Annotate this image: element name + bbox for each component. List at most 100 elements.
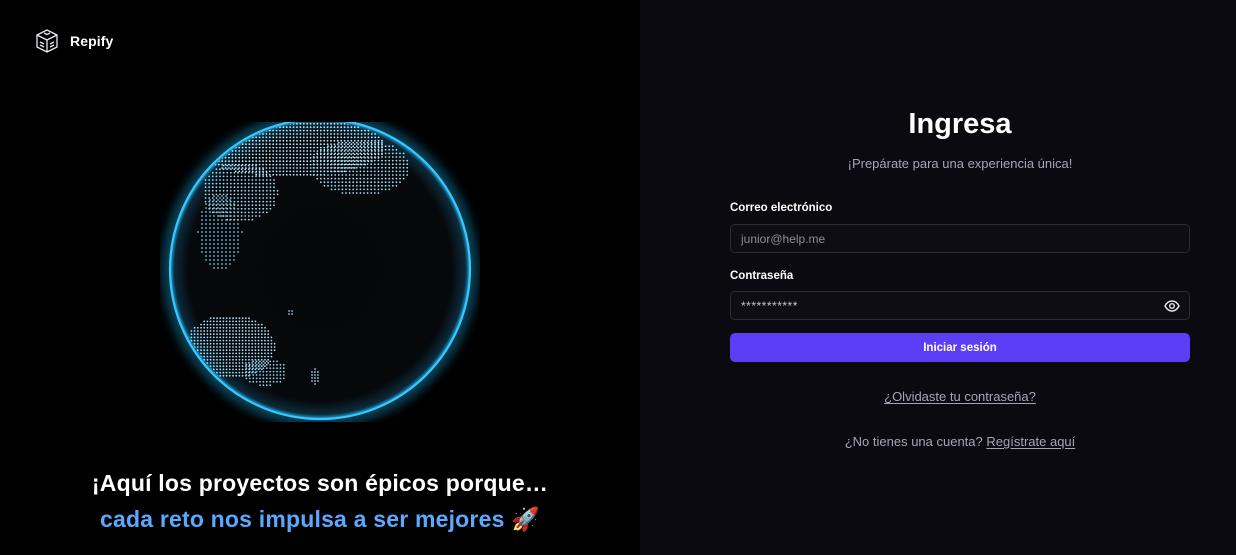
globe-dot [248, 349, 250, 352]
globe-dot [211, 150, 213, 152]
globe-dot [209, 362, 212, 364]
globe-dot [251, 150, 254, 152]
eye-icon[interactable] [1164, 298, 1180, 314]
globe-dot [384, 170, 387, 173]
page-title: Ingresa [908, 108, 1012, 140]
globe-dot [258, 189, 261, 192]
globe-dot [264, 349, 266, 352]
globe-dot [201, 231, 203, 233]
globe-dot [260, 368, 263, 371]
globe-dot [248, 139, 251, 142]
globe-dot [299, 163, 302, 166]
globe-dot [334, 177, 337, 180]
globe-dot [251, 189, 254, 192]
globe-dot [211, 200, 214, 203]
globe-dot [302, 150, 305, 152]
globe-dot [273, 179, 275, 181]
globe-dot [282, 133, 285, 135]
globe-dot [231, 160, 234, 163]
globe-dot [255, 122, 258, 125]
globe-dot [209, 365, 212, 368]
globe-dot [224, 126, 227, 129]
globe-dot [333, 129, 336, 132]
email-field[interactable] [730, 224, 1190, 253]
globe-dot [222, 164, 225, 167]
globe-dot [355, 188, 358, 191]
globe-dot [219, 323, 222, 326]
globe-dot [299, 122, 302, 125]
globe-dot [206, 333, 209, 336]
globe-dot [319, 126, 322, 129]
globe-dot [240, 207, 243, 210]
globe-dot [374, 133, 377, 135]
globe-dot [367, 129, 370, 132]
globe-dot [373, 163, 376, 166]
globe-dot [292, 163, 295, 166]
globe-dot [377, 163, 380, 166]
globe-dot [267, 339, 270, 342]
globe-dot [222, 339, 225, 342]
globe-dot [204, 197, 207, 199]
globe-dot [211, 133, 213, 135]
forgot-password-link[interactable]: ¿Olvidaste tu contraseña? [884, 389, 1036, 404]
globe-dot [353, 153, 356, 156]
login-button[interactable]: Iniciar sesión [730, 333, 1190, 362]
globe-dot [204, 150, 207, 152]
globe-dot [262, 122, 264, 125]
globe-dot [204, 179, 207, 181]
globe-dot [282, 363, 285, 366]
globe-dot [190, 330, 193, 332]
globe-dot [388, 166, 391, 169]
globe-dot [212, 336, 215, 339]
globe-dot [363, 166, 365, 169]
globe-dot [388, 184, 391, 187]
globe-dot [348, 184, 351, 187]
globe-dot [248, 367, 251, 370]
globe-dot [289, 156, 292, 159]
globe-dot [193, 342, 196, 345]
globe-dot [251, 171, 254, 174]
globe-dot [323, 177, 326, 180]
globe-dot [330, 170, 333, 173]
globe-dot [285, 136, 288, 139]
globe-dot [258, 168, 261, 171]
globe-dot [213, 199, 215, 201]
globe-dot [248, 352, 250, 355]
globe-dot [240, 182, 243, 185]
globe-dot [306, 136, 309, 139]
globe-dot [209, 207, 211, 209]
password-field[interactable] [730, 291, 1190, 320]
globe-dot [211, 197, 214, 199]
globe-dot [228, 129, 230, 132]
signup-link[interactable]: Regístrate aquí [986, 434, 1075, 449]
globe-dot [241, 122, 244, 125]
globe-dot [273, 186, 275, 189]
globe-dot [228, 167, 230, 169]
globe-dot [238, 156, 241, 159]
globe-dot [251, 362, 254, 364]
globe-dot [240, 171, 243, 174]
globe-dot [219, 197, 221, 199]
globe-dot [336, 129, 339, 132]
globe-dot [237, 175, 239, 178]
globe-dot [309, 170, 312, 173]
globe-dot [260, 355, 263, 358]
globe-dot [209, 223, 211, 225]
globe-dot [333, 122, 336, 125]
globe-dot [229, 231, 231, 233]
globe-dot [347, 160, 349, 163]
globe-dot [355, 159, 358, 162]
globe-dot [384, 188, 387, 191]
globe-dot [364, 143, 366, 146]
globe-dot [269, 193, 272, 196]
globe-dot [245, 122, 247, 125]
globe-dot [231, 153, 234, 156]
globe-dot [296, 156, 298, 159]
brand[interactable]: Repify [34, 28, 113, 54]
globe-dot [282, 367, 285, 370]
globe-dot [247, 218, 250, 221]
globe-dot [276, 370, 278, 373]
globe-dot [262, 211, 265, 214]
globe-dot [216, 346, 218, 348]
globe-dot [381, 163, 383, 166]
